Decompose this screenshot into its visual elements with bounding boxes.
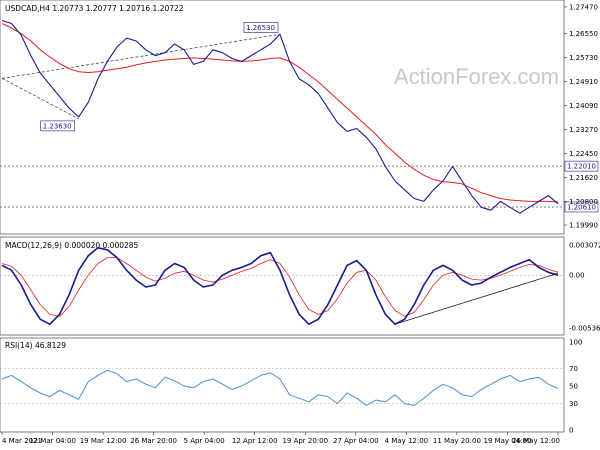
swing-label-0: 1.23630 xyxy=(43,122,72,130)
rsi-ytick-2: 50 xyxy=(569,383,578,391)
macd-ytick-0: 0.003072 xyxy=(569,242,600,250)
price-ytick-7: 1.21620 xyxy=(569,174,598,182)
xtick-label-6: 19 Apr 20:00 xyxy=(282,437,328,445)
price-ytick-6: 1.22450 xyxy=(569,150,598,158)
rsi-ytick-1: 70 xyxy=(569,365,578,373)
macd-panel-title: MACD(12,26,9) 0.000020 0.000285 xyxy=(5,241,139,250)
price-ytick-0: 1.27470 xyxy=(569,3,598,11)
price-panel-title: USDCAD,H4 1.20773 1.20777 1.20716 1.2072… xyxy=(5,4,184,13)
price-ytick-4: 1.24090 xyxy=(569,102,598,110)
rsi-ytick-3: 30 xyxy=(569,400,578,408)
xtick-label-9: 11 May 20:00 xyxy=(433,437,481,445)
xtick-label-8: 4 May 12:00 xyxy=(385,437,429,445)
rsi-panel-title: RSI(14) 46.8129 xyxy=(5,341,66,350)
usdcad-h4-chart: ActionForex.com USDCAD,H4 1.20773 1.2077… xyxy=(0,0,600,450)
swing-label-1: 1.26530 xyxy=(246,24,275,32)
price-ytick-9: 1.19990 xyxy=(569,222,598,230)
xtick-label-5: 12 Apr 12:00 xyxy=(232,437,278,445)
price-ytick-8: 1.20800 xyxy=(569,198,598,206)
watermark: ActionForex.com xyxy=(394,64,559,89)
price-ytick-2: 1.25730 xyxy=(569,54,598,62)
xtick-label-7: 27 Apr 04:00 xyxy=(333,437,379,445)
price-ytick-1: 1.26550 xyxy=(569,30,598,38)
macd-ytick-2: -0.005369 xyxy=(569,324,600,332)
xtick-label-11: 26 May 12:00 xyxy=(512,437,560,445)
xtick-label-3: 26 Mar 20:00 xyxy=(130,437,177,445)
price-ytick-3: 1.24910 xyxy=(569,78,598,86)
xtick-label-1: 12 Mar 04:00 xyxy=(29,437,76,445)
price-ytick-5: 1.23270 xyxy=(569,126,598,134)
xtick-label-4: 5 Apr 04:00 xyxy=(184,437,225,445)
level-label-0: 1.22010 xyxy=(567,163,596,171)
xtick-label-2: 19 Mar 12:00 xyxy=(80,437,127,445)
macd-ytick-1: 0.00 xyxy=(569,272,585,280)
rsi-ytick-4: 0 xyxy=(569,427,573,435)
rsi-ytick-0: 100 xyxy=(569,339,582,347)
